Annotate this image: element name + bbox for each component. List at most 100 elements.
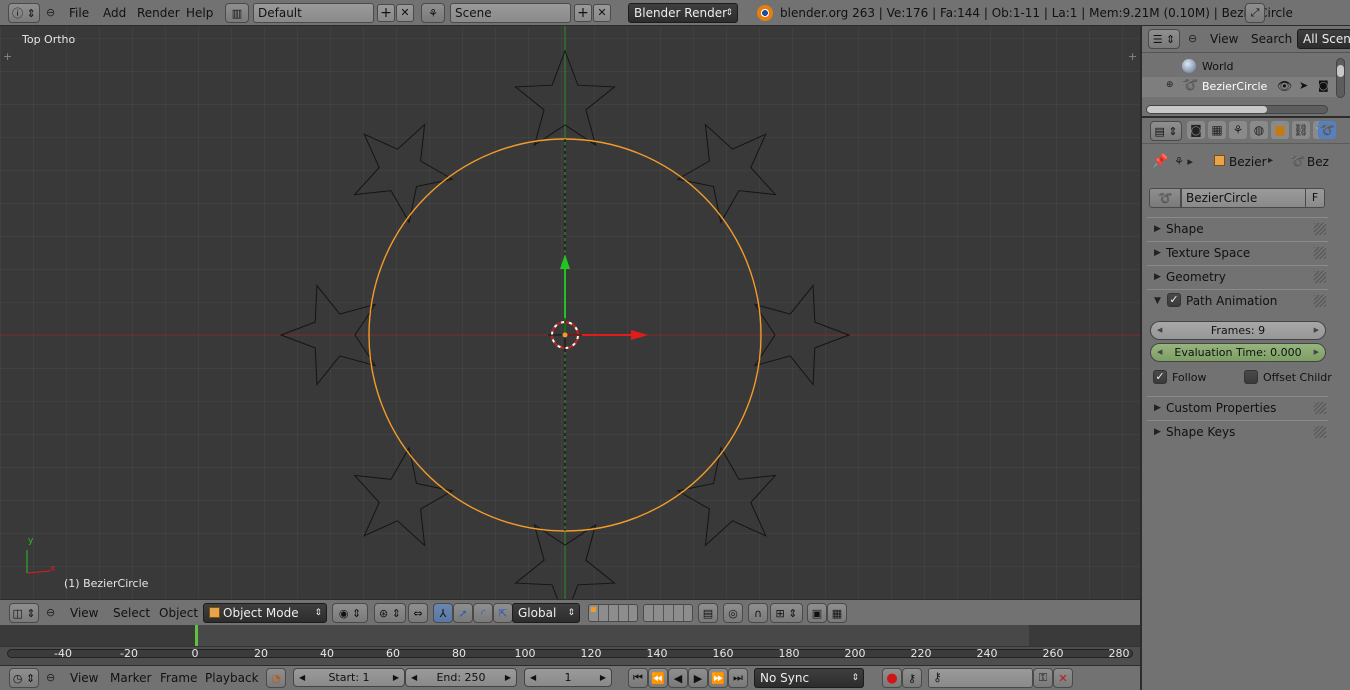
renderable-camera-icon[interactable]: ◙ bbox=[1318, 79, 1329, 92]
panel-path-animation[interactable]: ▼ ✓ Path Animation bbox=[1147, 289, 1328, 311]
screen-layout-field[interactable]: Default bbox=[253, 3, 374, 23]
proportional-edit-button[interactable]: ◎ bbox=[723, 603, 743, 623]
outliner-vscroll[interactable] bbox=[1336, 58, 1345, 98]
viewport-canvas[interactable]: + + bbox=[0, 26, 1140, 599]
panel-drag-grip[interactable] bbox=[1314, 426, 1326, 438]
jump-start-button[interactable]: ⏮ bbox=[628, 668, 648, 688]
star-object[interactable] bbox=[353, 123, 454, 224]
render-engine-dropdown[interactable]: Blender Render ⇕ bbox=[628, 3, 738, 23]
preview-range-button[interactable]: ◔ bbox=[266, 668, 286, 688]
viewport-shading-button[interactable]: ◉ ⇕ bbox=[332, 603, 368, 623]
outliner-vscroll-thumb[interactable] bbox=[1337, 65, 1344, 77]
editor-type-timeline-button[interactable]: ◷ ⇕ bbox=[9, 668, 39, 688]
start-frame-field[interactable]: ◀ Start: 1 ▶ bbox=[293, 668, 405, 687]
menu-object[interactable]: Object bbox=[159, 606, 198, 620]
panel-shape-keys[interactable]: ▶ Shape Keys bbox=[1147, 420, 1328, 442]
curve-datablock-name-field[interactable]: BezierCircle bbox=[1181, 188, 1306, 208]
transform-orientation-dropdown[interactable]: Global ⇕ bbox=[512, 603, 580, 623]
display-mode-dropdown[interactable]: All Scenes bbox=[1297, 29, 1350, 49]
scene-layers-row[interactable] bbox=[588, 604, 638, 622]
render-still-button[interactable]: ▣ bbox=[807, 603, 827, 623]
rotate-manipulator-button[interactable]: ◜ bbox=[473, 603, 493, 623]
menu-add[interactable]: Add bbox=[103, 6, 126, 20]
jump-keyframe-back-button[interactable]: ⏪ bbox=[648, 668, 668, 688]
menu-marker[interactable]: Marker bbox=[110, 671, 151, 685]
manipulator-toggle-button[interactable]: ⅄ bbox=[433, 603, 453, 623]
panel-texture-space[interactable]: ▶ Texture Space bbox=[1147, 241, 1328, 263]
star-object[interactable] bbox=[353, 446, 454, 547]
snap-element-button[interactable]: ⊞ ⇕ bbox=[770, 603, 803, 623]
delete-screen-button[interactable]: ✕ bbox=[396, 4, 414, 22]
insert-keyframe-button[interactable]: ⚿ bbox=[1033, 668, 1053, 688]
visibility-eye-icon[interactable]: 👁 bbox=[1277, 79, 1292, 93]
path-animation-checkbox[interactable]: ✓ bbox=[1167, 293, 1181, 307]
menu-help[interactable]: Help bbox=[186, 6, 213, 20]
curve-datablock-browse-button[interactable]: ➰ bbox=[1149, 188, 1181, 208]
scene-layers-row-2[interactable] bbox=[643, 604, 693, 622]
editor-type-info-button[interactable]: ⓘ ⇕ bbox=[8, 3, 40, 23]
menu-frame[interactable]: Frame bbox=[160, 671, 197, 685]
menu-view[interactable]: View bbox=[70, 606, 98, 620]
translate-manipulator-button[interactable]: ➚ bbox=[453, 603, 473, 623]
outliner-hscroll[interactable] bbox=[1146, 105, 1328, 114]
menu-select[interactable]: Select bbox=[113, 606, 150, 620]
menu-search[interactable]: Search bbox=[1251, 32, 1292, 46]
timeline-area[interactable]: -40 -20 0 20 40 60 80 100 120 140 160 180 200 220 240 2… bbox=[0, 625, 1140, 665]
delete-scene-button[interactable]: ✕ bbox=[593, 4, 611, 22]
manipulator-y-arrow[interactable] bbox=[560, 254, 570, 269]
collapse-menu-icon[interactable]: ⊖ bbox=[1188, 32, 1197, 45]
region-properties-plus-icon[interactable]: + bbox=[1128, 50, 1137, 63]
menu-playback[interactable]: Playback bbox=[205, 671, 259, 685]
menu-view[interactable]: View bbox=[70, 671, 98, 685]
star-object[interactable] bbox=[676, 123, 777, 224]
jump-keyframe-forward-button[interactable]: ⏩ bbox=[708, 668, 728, 688]
tab-scene[interactable]: ⚘ bbox=[1229, 121, 1247, 139]
menu-file[interactable]: File bbox=[69, 6, 89, 20]
add-screen-button[interactable]: + bbox=[377, 4, 395, 22]
object-origin[interactable] bbox=[562, 332, 568, 338]
pivot-point-button[interactable]: ⊛ ⇕ bbox=[374, 603, 406, 623]
screen-layout-icon[interactable]: ▥ bbox=[225, 3, 249, 23]
current-frame-indicator[interactable] bbox=[195, 625, 198, 646]
tab-constraints[interactable]: ⛓ bbox=[1292, 121, 1310, 139]
3d-viewport[interactable]: + + Top Ortho (1) BezierCircle y x bbox=[0, 26, 1140, 599]
panel-shape[interactable]: ▶ Shape bbox=[1147, 217, 1328, 239]
selectable-cursor-icon[interactable]: ➤ bbox=[1299, 79, 1308, 92]
lock-layers-button[interactable]: ▤ bbox=[698, 603, 718, 623]
add-scene-button[interactable]: + bbox=[574, 4, 592, 22]
scale-manipulator-button[interactable]: ⇱ bbox=[493, 603, 513, 623]
snap-toggle-button[interactable]: ∩ bbox=[748, 603, 768, 623]
scene-field[interactable]: Scene bbox=[450, 3, 571, 23]
active-keying-set-field[interactable]: ⚷ bbox=[928, 668, 1033, 688]
pin-icon[interactable]: 📌 bbox=[1152, 154, 1168, 169]
only-origins-button[interactable]: ⇔ bbox=[408, 603, 428, 623]
expand-icon[interactable]: ⊕ bbox=[1166, 80, 1174, 90]
manipulator-x-arrow[interactable] bbox=[631, 330, 648, 340]
editor-type-3d-button[interactable]: ◫ ⇕ bbox=[9, 603, 39, 623]
render-animation-button[interactable]: ▦ bbox=[827, 603, 847, 623]
outliner-item-beziercircle[interactable]: BezierCircle bbox=[1202, 80, 1267, 93]
tab-world[interactable]: ◍ bbox=[1250, 121, 1268, 139]
collapse-menu-icon[interactable]: ⊖ bbox=[46, 606, 55, 619]
sync-mode-dropdown[interactable]: No Sync ⇕ bbox=[754, 668, 864, 688]
panel-custom-properties[interactable]: ▶ Custom Properties bbox=[1147, 396, 1328, 418]
panel-drag-grip[interactable] bbox=[1314, 223, 1326, 235]
play-button[interactable]: ▶ bbox=[688, 668, 708, 688]
panel-drag-grip[interactable] bbox=[1314, 295, 1326, 307]
auto-keying-button[interactable]: ● bbox=[882, 668, 902, 688]
delete-keyframe-button[interactable]: ✕ bbox=[1053, 668, 1073, 688]
menu-render[interactable]: Render bbox=[137, 6, 180, 20]
panel-geometry[interactable]: ▶ Geometry bbox=[1147, 265, 1328, 287]
tab-render-layers[interactable]: ▦ bbox=[1208, 121, 1226, 139]
offset-children-checkbox[interactable] bbox=[1244, 370, 1258, 384]
follow-checkbox[interactable]: ✓ bbox=[1153, 370, 1167, 384]
star-object[interactable] bbox=[676, 446, 777, 547]
evaluation-time-field[interactable]: ◀ Evaluation Time: 0.000 ▶ bbox=[1150, 343, 1326, 362]
current-frame-field[interactable]: ◀ 1 ▶ bbox=[524, 668, 612, 687]
panel-drag-grip[interactable] bbox=[1314, 271, 1326, 283]
editor-type-properties-button[interactable]: ▤ ⇕ bbox=[1150, 121, 1182, 141]
jump-end-button[interactable]: ⏭ bbox=[728, 668, 748, 688]
fake-user-button[interactable]: F bbox=[1305, 188, 1325, 208]
menu-view[interactable]: View bbox=[1210, 32, 1238, 46]
panel-drag-grip[interactable] bbox=[1314, 247, 1326, 259]
